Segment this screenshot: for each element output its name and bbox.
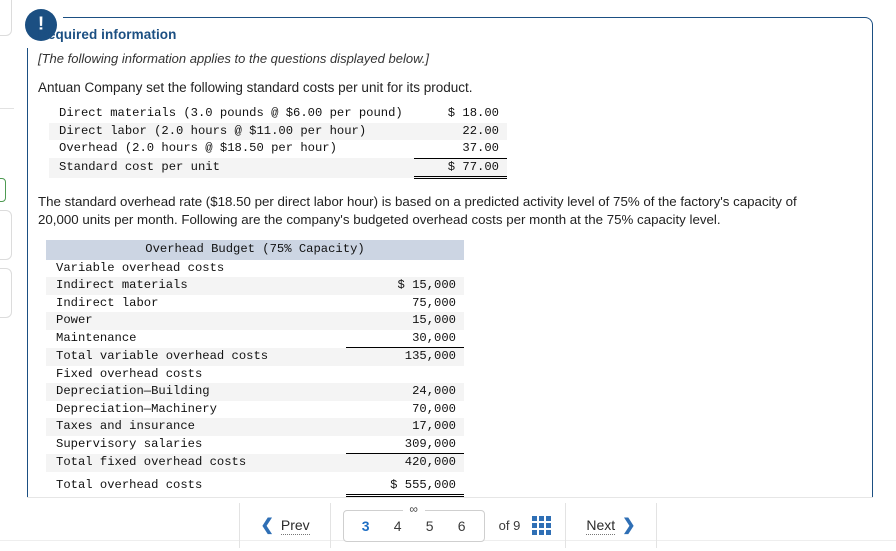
table-row-subtotal: Total fixed overhead costs 420,000: [46, 453, 464, 472]
edge-status-chip: [0, 178, 6, 202]
grid-cell: [532, 516, 538, 521]
row-value: 309,000: [404, 436, 456, 451]
prev-button[interactable]: ❮ Prev: [240, 517, 329, 535]
pager-separator-mid-left: [329, 503, 331, 548]
edge-divider: [0, 108, 14, 109]
row-value: 70,000: [412, 401, 456, 416]
row-value: 24,000: [346, 383, 464, 401]
row-label: Variable overhead costs: [56, 260, 225, 275]
grid-cell: [539, 516, 545, 521]
prev-label: Prev: [280, 516, 310, 535]
page-title: Required information: [38, 27, 177, 42]
row-value: 37.00: [462, 141, 499, 155]
row-label: Maintenance: [56, 330, 137, 345]
table-row: Fixed overhead costs: [46, 366, 464, 384]
table-row: Depreciation—Machinery 70,000: [46, 401, 464, 419]
row-value: 30,000: [412, 330, 456, 345]
next-button[interactable]: Next ❯: [566, 517, 655, 535]
grid-cell: [546, 516, 552, 521]
grid-cell: [546, 530, 552, 535]
row-label: Total fixed overhead costs: [46, 453, 346, 472]
row-label: Standard cost per unit: [49, 158, 414, 178]
table-row-subtotal: Total variable overhead costs 135,000: [46, 347, 464, 366]
row-label: Indirect materials: [46, 277, 346, 295]
row-label: Power: [46, 312, 346, 330]
grid-cell: [539, 523, 545, 528]
page-number-4[interactable]: 4: [382, 518, 414, 534]
table-row: Direct materials (3.0 pounds @ $6.00 per…: [49, 105, 507, 123]
row-value: $ 18.00: [447, 106, 499, 120]
row-label: Total overhead costs: [56, 478, 203, 493]
edge-panel-top: [0, 0, 12, 36]
grid-cell: [546, 523, 552, 528]
pager-separator-right: [655, 503, 657, 548]
table-row: Supervisory salaries 309,000: [46, 436, 464, 454]
overhead-rate-paragraph: The standard overhead rate ($18.50 per d…: [38, 194, 797, 227]
row-value: 22.00: [414, 122, 507, 140]
table-row: Depreciation—Building 24,000: [46, 383, 464, 401]
table-row-total: Standard cost per unit $ 77.00: [49, 157, 507, 179]
row-label: Indirect labor: [56, 295, 159, 310]
page-count-label: of 9: [498, 518, 521, 533]
chevron-left-icon: ❮: [260, 516, 274, 534]
next-label: Next: [586, 516, 616, 535]
page-number-5[interactable]: 5: [414, 518, 446, 534]
row-label: Direct labor (2.0 hours @ $11.00 per hou…: [49, 122, 414, 140]
row-label: Depreciation—Machinery: [56, 401, 217, 416]
chevron-right-icon: ❯: [622, 516, 636, 534]
panel-content: Required information [The following info…: [38, 27, 838, 497]
intro-paragraph: Antuan Company set the following standar…: [38, 80, 473, 95]
table-row: Indirect labor 75,000: [46, 295, 464, 313]
overhead-budget-table: Overhead Budget (75% Capacity) Variable …: [46, 240, 464, 497]
row-value: $ 555,000: [346, 476, 464, 497]
row-label: Depreciation—Building: [46, 383, 346, 401]
row-value: 15,000: [346, 312, 464, 330]
applies-to-note: [The following information applies to th…: [38, 51, 429, 66]
row-label: Fixed overhead costs: [56, 366, 203, 381]
page-selector[interactable]: ∞ 3 4 5 6: [342, 501, 485, 542]
pagination-group: ❮ Prev ∞ 3 4 5 6 of 9 Next ❯: [239, 501, 657, 548]
link-chain-icon: ∞: [402, 501, 425, 516]
row-value: 420,000: [346, 453, 464, 472]
page-number-6[interactable]: 6: [446, 518, 478, 534]
row-label: Direct materials (3.0 pounds @ $6.00 per…: [59, 106, 403, 120]
row-label: Taxes and insurance: [46, 418, 346, 436]
table-row: Direct labor (2.0 hours @ $11.00 per hou…: [49, 122, 507, 140]
row-value: $ 15,000: [346, 277, 464, 295]
page-number-3[interactable]: 3: [350, 518, 382, 534]
row-value: 75,000: [412, 295, 456, 310]
table-header-label: Overhead Budget (75% Capacity): [46, 240, 464, 260]
table-row: Maintenance 30,000: [46, 330, 464, 348]
table-row-total: Total overhead costs $ 555,000: [46, 476, 464, 497]
row-value: [346, 260, 464, 278]
table-row: Overhead (2.0 hours @ $18.50 per hour) 3…: [49, 140, 507, 158]
grid-cell: [539, 530, 545, 535]
panel-bottom-divider: [27, 497, 873, 498]
row-label: Total variable overhead costs: [46, 347, 346, 366]
table-row: Indirect materials $ 15,000: [46, 277, 464, 295]
table-row: Taxes and insurance 17,000: [46, 418, 464, 436]
standard-cost-table: Direct materials (3.0 pounds @ $6.00 per…: [49, 105, 507, 179]
row-label: Supervisory salaries: [56, 436, 203, 451]
grid-view-icon[interactable]: [532, 516, 552, 535]
edge-panel-middle-2: [0, 268, 12, 318]
row-value: 135,000: [346, 347, 464, 366]
grid-cell: [532, 523, 538, 528]
grid-cell: [532, 530, 538, 535]
table-header-row: Overhead Budget (75% Capacity): [46, 240, 464, 260]
row-value: $ 77.00: [414, 157, 507, 179]
row-value: [346, 366, 464, 384]
edge-panel-middle-1: [0, 210, 12, 260]
table-row: Variable overhead costs: [46, 260, 464, 278]
row-label: Overhead (2.0 hours @ $18.50 per hour): [59, 141, 337, 156]
table-row: Power 15,000: [46, 312, 464, 330]
pagination-toolbar: ❮ Prev ∞ 3 4 5 6 of 9 Next ❯: [0, 500, 896, 551]
row-value: 17,000: [346, 418, 464, 436]
